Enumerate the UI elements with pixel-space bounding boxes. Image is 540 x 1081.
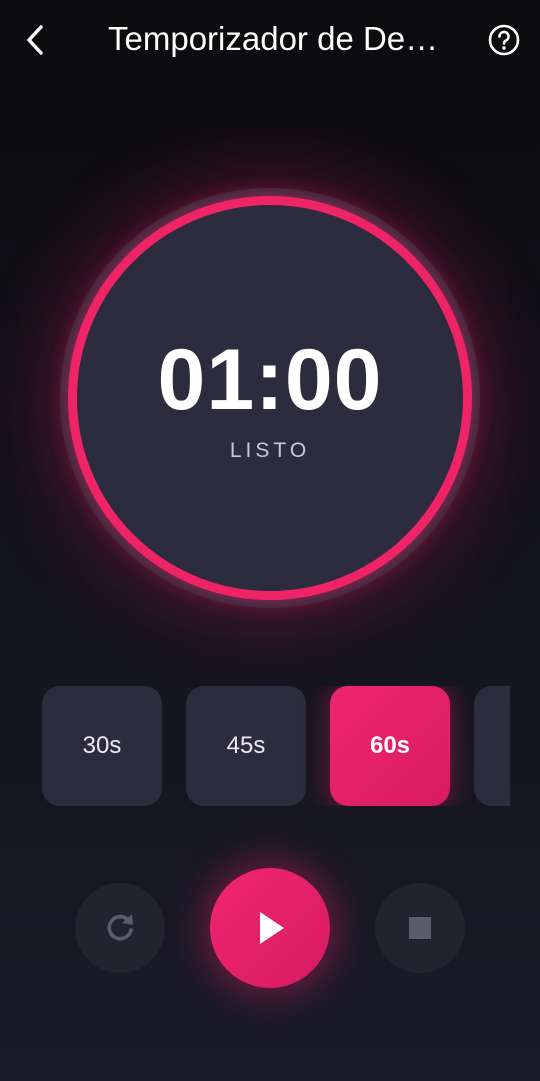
preset-label: 60s — [369, 732, 411, 759]
timer-status: LISTO — [229, 439, 311, 462]
preset-label: 30s — [82, 732, 122, 759]
preset-30s-button[interactable]: 30s — [42, 686, 162, 806]
refresh-icon — [107, 914, 133, 941]
stop-button[interactable] — [375, 883, 465, 973]
chevron-left-icon — [27, 25, 43, 55]
help-circle-icon — [488, 24, 520, 56]
preset-more-button[interactable] — [474, 686, 510, 806]
preset-45s-button[interactable]: 45s — [186, 686, 306, 806]
preset-list[interactable]: 30s 45s 60s — [42, 686, 510, 806]
play-button[interactable] — [210, 868, 330, 988]
page-title: Temporizador de Des… — [108, 20, 448, 57]
play-icon — [260, 912, 284, 944]
preset-60s-button[interactable]: 60s — [330, 686, 450, 806]
timer-controls — [0, 868, 540, 990]
preset-label: 45s — [226, 732, 266, 759]
help-button[interactable] — [486, 22, 522, 58]
back-button[interactable] — [18, 22, 52, 58]
reset-button[interactable] — [75, 883, 165, 973]
stop-icon — [409, 917, 431, 939]
timer-display: 01:00 — [157, 332, 383, 428]
top-bar: Temporizador de Des… — [0, 0, 540, 80]
